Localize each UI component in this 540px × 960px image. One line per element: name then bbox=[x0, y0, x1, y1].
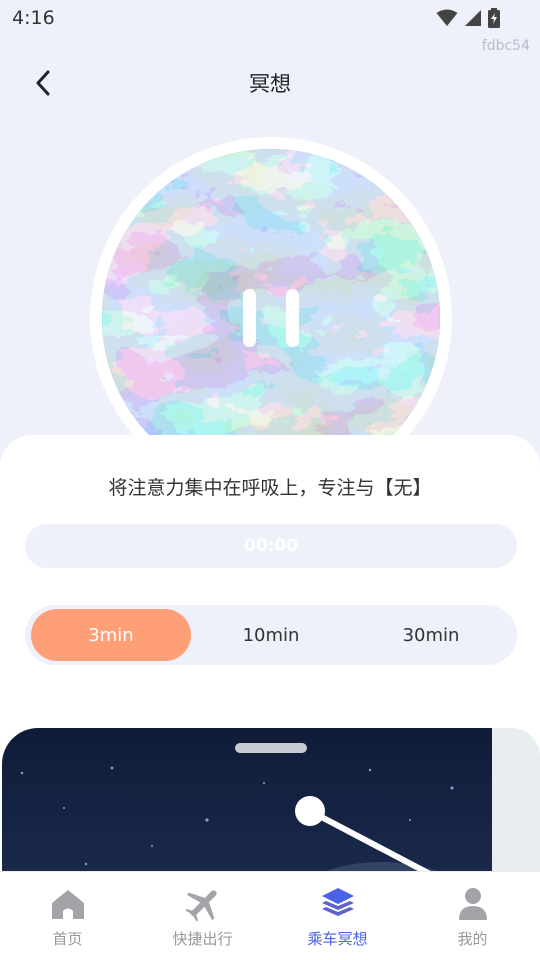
header: 冥想 bbox=[0, 60, 540, 106]
duration-selector: 3min 10min 30min bbox=[25, 605, 517, 665]
layers-icon bbox=[321, 888, 354, 916]
side-card[interactable] bbox=[492, 728, 540, 888]
tab-label: 快捷出行 bbox=[172, 930, 233, 948]
duration-30min[interactable]: 30min bbox=[351, 609, 511, 661]
tab-profile[interactable]: 我的 bbox=[405, 872, 540, 960]
night-sky-card[interactable] bbox=[2, 728, 492, 888]
status-icons bbox=[436, 8, 500, 28]
home-icon bbox=[51, 890, 84, 919]
timer-display: 00:00 bbox=[25, 524, 517, 568]
tab-meditation[interactable]: 乘车冥想 bbox=[270, 872, 405, 960]
signal-icon bbox=[465, 10, 481, 26]
drag-handle[interactable] bbox=[235, 743, 307, 753]
bottom-tab-bar: 首页 快捷出行 乘车冥想 我的 bbox=[0, 871, 540, 960]
airplane-icon bbox=[184, 890, 217, 922]
user-icon bbox=[458, 888, 487, 920]
tab-label: 我的 bbox=[457, 930, 488, 948]
status-time: 4:16 bbox=[12, 7, 55, 29]
tab-label: 首页 bbox=[52, 930, 83, 948]
wifi-icon bbox=[436, 9, 458, 26]
tab-quick-travel[interactable]: 快捷出行 bbox=[135, 872, 270, 960]
meditation-prompt: 将注意力集中在呼吸上，专注与【无】 bbox=[108, 477, 432, 499]
tab-home[interactable]: 首页 bbox=[0, 872, 135, 960]
pause-bar-right bbox=[286, 289, 299, 347]
pause-bar-left bbox=[243, 289, 256, 347]
tab-label: 乘车冥想 bbox=[307, 930, 368, 948]
pause-button[interactable] bbox=[243, 283, 299, 353]
duration-10min[interactable]: 10min bbox=[191, 609, 351, 661]
watermark-id: fdbc54 bbox=[481, 38, 530, 54]
status-bar: 4:16 bbox=[0, 0, 540, 36]
page-title: 冥想 bbox=[249, 72, 291, 96]
battery-icon bbox=[488, 8, 500, 28]
duration-3min[interactable]: 3min bbox=[31, 609, 191, 661]
